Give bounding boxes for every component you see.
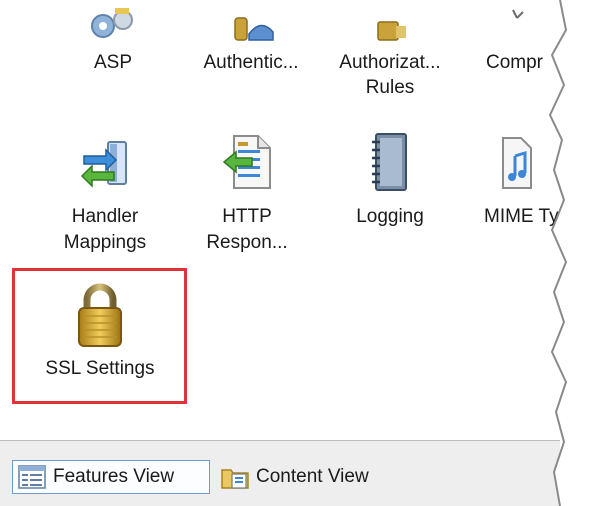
features-panel: ASP Authentic... Authorizat... Rules Com… xyxy=(0,0,595,506)
feature-handler-mappings-label-line2: Mappings xyxy=(63,232,147,253)
http-response-icon xyxy=(222,135,271,189)
tab-features-view[interactable]: Features View xyxy=(12,460,210,494)
features-view-icon xyxy=(18,465,46,489)
handler-arrows-icon xyxy=(80,141,127,188)
feature-http-response-headers-label-line2: Respon... xyxy=(206,232,288,253)
feature-authorization-rules-label-line1: Authorizat... xyxy=(339,52,441,73)
feature-asp[interactable]: ASP xyxy=(48,0,178,110)
feature-authentication[interactable]: Authentic... xyxy=(186,0,316,110)
padlock-icon xyxy=(78,283,122,347)
feature-asp-label: ASP xyxy=(93,52,133,73)
tab-content-view-label: Content View xyxy=(256,466,369,487)
feature-ssl-settings-label: SSL Settings xyxy=(45,358,155,379)
feature-handler-mappings[interactable]: Handler Mappings xyxy=(40,122,170,262)
gears-icon xyxy=(91,8,133,38)
torn-edge-decoration xyxy=(548,0,595,506)
notebook-icon xyxy=(372,133,407,191)
feature-http-response-headers[interactable]: HTTP Respon... xyxy=(182,122,312,262)
feature-authorization-rules-label-line2: Rules xyxy=(365,77,415,98)
authorization-icon xyxy=(377,21,406,41)
tab-features-view-label: Features View xyxy=(53,466,175,487)
feature-authorization-rules[interactable]: Authorizat... Rules xyxy=(325,0,455,120)
feature-authentication-label: Authentic... xyxy=(203,52,299,73)
feature-logging-label: Logging xyxy=(356,206,424,227)
feature-ssl-settings[interactable]: SSL Settings xyxy=(35,270,165,400)
feature-handler-mappings-label-line1: Handler xyxy=(71,206,139,227)
content-view-icon xyxy=(221,469,249,489)
feature-logging[interactable]: Logging xyxy=(325,122,455,262)
feature-http-response-headers-label-line1: HTTP xyxy=(222,206,272,227)
tab-content-view[interactable]: Content View xyxy=(216,460,416,494)
users-key-icon xyxy=(234,17,274,41)
